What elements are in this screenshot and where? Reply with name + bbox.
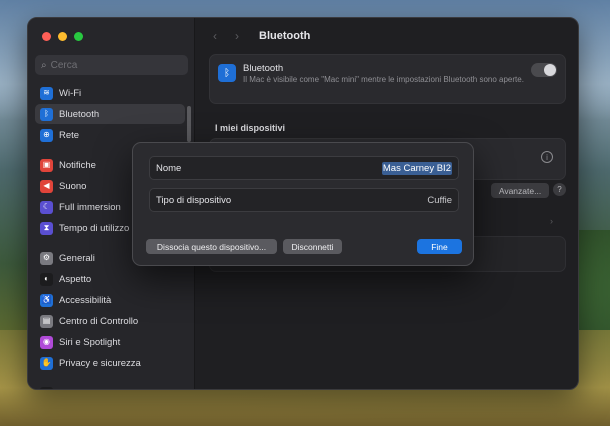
sidebar-item-centro-di-controllo[interactable]: ▤ Centro di Controllo <box>35 311 185 331</box>
forget-device-button[interactable]: Dissocia questo dispositivo... <box>146 239 277 254</box>
sidebar-item-label: Siri e Spotlight <box>59 336 121 348</box>
done-button[interactable]: Fine <box>417 239 462 254</box>
toggle-knob <box>544 64 556 76</box>
sidebar-item-wi-fi[interactable]: ≋ Wi-Fi <box>35 83 185 103</box>
close-window-button[interactable] <box>42 32 51 41</box>
back-button[interactable]: ‹ <box>207 29 223 43</box>
sidebar-item-label: Accessibilità <box>59 294 112 306</box>
bell-icon: ▣ <box>40 158 53 172</box>
zoom-window-button[interactable] <box>74 32 83 41</box>
gear-icon: ⚙ <box>40 251 53 265</box>
bluetooth-toggle[interactable] <box>531 63 557 77</box>
sidebar-item-label: Bluetooth <box>59 108 100 120</box>
moon-icon: ☾ <box>40 200 53 214</box>
page-title: Bluetooth <box>259 30 311 42</box>
dock-icon: ▭ <box>40 386 53 389</box>
sidebar-item-label: Full immersion <box>59 201 121 213</box>
device-type-value: Cuffie <box>427 194 452 206</box>
hourglass-icon: ⧗ <box>40 221 53 235</box>
sidebar-item-label: Generali <box>59 252 95 264</box>
sidebar-item-label: Privacy e sicurezza <box>59 357 141 369</box>
sidebar-item-label: Centro di Controllo <box>59 315 139 327</box>
toolbar: ‹ › Bluetooth <box>195 18 578 54</box>
siri-icon: ◉ <box>40 335 53 349</box>
sidebar-item-label: Suono <box>59 180 87 192</box>
search-field[interactable]: ⌕ <box>35 55 188 75</box>
device-info-dialog: Nome Mas Carney BI2 Tipo di dispositivo … <box>132 142 474 266</box>
traffic-lights <box>42 32 83 41</box>
search-icon: ⌕ <box>41 59 47 71</box>
globe-icon: ⊕ <box>40 128 53 142</box>
sidebar-item-bluetooth[interactable]: ᛒ Bluetooth <box>35 104 185 124</box>
sidebar-item-privacy-e-sicurezza[interactable]: ✋ Privacy e sicurezza <box>35 353 185 373</box>
wifi-icon: ≋ <box>40 86 53 100</box>
sidebar-item-scrivania-e-dock[interactable]: ▭ Scrivania e Dock <box>35 383 185 390</box>
device-name-label: Nome <box>156 162 182 174</box>
device-name-field[interactable]: Nome Mas Carney BI2 <box>149 156 459 180</box>
sidebar-item-label: Notifiche <box>59 159 96 171</box>
search-input[interactable] <box>50 59 171 71</box>
sidebar-scrollbar[interactable] <box>187 106 191 142</box>
device-name-value[interactable]: Mas Carney BI2 <box>381 161 452 175</box>
sidebar-item-label: Tempo di utilizzo <box>59 222 130 234</box>
sidebar-item-label: Wi-Fi <box>59 87 82 99</box>
sidebar-item-label: Scrivania e Dock <box>59 388 130 390</box>
speaker-icon: ◀ <box>40 179 53 193</box>
sidebar-item-label: Aspetto <box>59 273 92 285</box>
section-title-my-devices: I miei dispositivi <box>215 123 286 133</box>
info-icon[interactable]: i <box>541 151 553 163</box>
bluetooth-card-description: Il Mac è visibile come "Mac mini" mentre… <box>243 75 524 84</box>
control-center-icon: ▤ <box>40 314 53 328</box>
chevron-right-icon: › <box>550 216 553 226</box>
bluetooth-card: ᛒ Bluetooth Il Mac è visibile come "Mac … <box>209 54 566 104</box>
appearance-icon: ◐ <box>40 272 53 286</box>
sidebar-item-accessibilità[interactable]: ♿ Accessibilità <box>35 290 185 310</box>
minimize-window-button[interactable] <box>58 32 67 41</box>
bluetooth-card-title: Bluetooth <box>243 63 284 74</box>
bluetooth-icon: ᛒ <box>40 107 53 121</box>
accessibility-icon: ♿ <box>40 293 53 307</box>
hand-icon: ✋ <box>40 356 53 370</box>
sidebar-item-label: Rete <box>59 129 80 141</box>
sidebar-item-siri-e-spotlight[interactable]: ◉ Siri e Spotlight <box>35 332 185 352</box>
forward-button[interactable]: › <box>229 29 245 43</box>
device-type-label: Tipo di dispositivo <box>156 194 232 206</box>
sidebar-item-aspetto[interactable]: ◐ Aspetto <box>35 269 185 289</box>
help-button[interactable]: ? <box>553 183 566 196</box>
bluetooth-icon: ᛒ <box>218 64 236 82</box>
advanced-button[interactable]: Avanzate... <box>491 183 549 198</box>
disconnect-button[interactable]: Disconnetti <box>283 239 342 254</box>
device-type-field: Tipo di dispositivo Cuffie <box>149 188 459 212</box>
